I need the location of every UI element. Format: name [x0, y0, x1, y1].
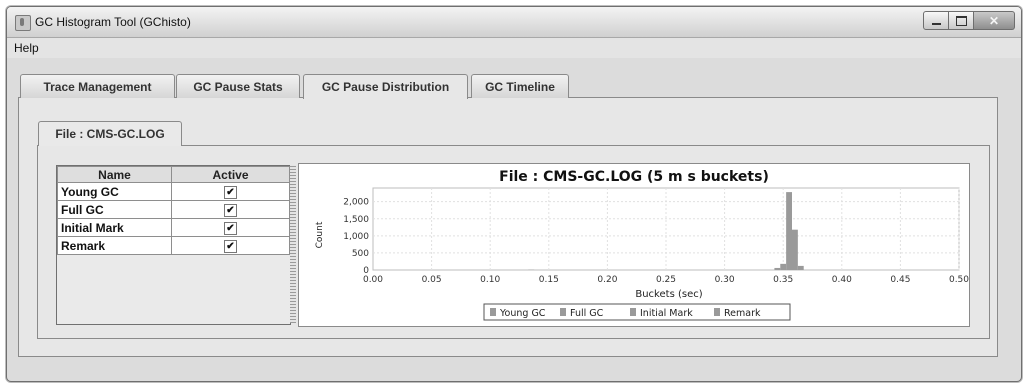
row-name: Young GC	[57, 182, 172, 201]
y-tick-label: 1,500	[343, 215, 369, 225]
y-axis-label: Count	[315, 221, 325, 248]
x-axis-label: Buckets (sec)	[635, 289, 702, 300]
histogram-chart-panel: File : CMS-GC.LOG (5 m s buckets) 0 500 1,…	[298, 163, 970, 327]
table-row[interactable]: Young GC ✔	[57, 182, 290, 201]
y-tick-label: 1,000	[343, 232, 369, 242]
row-name: Remark	[57, 236, 172, 255]
histogram-bar	[786, 192, 792, 270]
maximize-button[interactable]	[949, 11, 974, 30]
x-tick-label: 0.25	[656, 275, 676, 285]
legend-swatch	[714, 308, 720, 316]
x-tick-label: 0.50	[949, 275, 969, 285]
x-tick-label: 0.30	[715, 275, 735, 285]
column-header-active[interactable]: Active	[171, 166, 290, 183]
minimize-icon	[931, 22, 941, 25]
active-cell: ✔	[171, 236, 290, 255]
legend-swatch	[560, 308, 566, 316]
active-checkbox[interactable]: ✔	[224, 240, 237, 253]
tab-gc-pause-distribution[interactable]: GC Pause Distribution	[303, 74, 468, 99]
table-row[interactable]: Full GC ✔	[57, 200, 290, 219]
chart-title: File : CMS-GC.LOG (5 m s buckets)	[499, 169, 769, 185]
legend-item: Initial Mark	[640, 308, 693, 319]
window-controls: ✕	[923, 11, 1015, 30]
histogram-bar	[791, 229, 798, 270]
histogram-chart: File : CMS-GC.LOG (5 m s buckets) 05001,…	[315, 169, 969, 321]
close-icon: ✕	[988, 13, 1000, 28]
x-tick-label: 0.35	[773, 275, 793, 285]
title-bar[interactable]: GC Histogram Tool (GChisto) ✕	[7, 7, 1021, 38]
table-row[interactable]: Initial Mark ✔	[57, 218, 290, 237]
menu-bar: Help	[7, 38, 1021, 58]
active-cell: ✔	[171, 182, 290, 201]
row-name: Full GC	[57, 200, 172, 219]
legend-item: Full GC	[570, 308, 604, 319]
x-tick-label: 0.20	[597, 275, 617, 285]
active-checkbox[interactable]: ✔	[224, 186, 237, 199]
minimize-button[interactable]	[923, 11, 949, 30]
active-cell: ✔	[171, 218, 290, 237]
tab-trace-management[interactable]: Trace Management	[20, 74, 175, 98]
maximize-icon	[955, 15, 967, 26]
java-app-icon	[15, 15, 31, 31]
y-tick-label: 2,000	[343, 198, 369, 208]
tab-gc-timeline[interactable]: GC Timeline	[471, 74, 569, 98]
window-title: GC Histogram Tool (GChisto)	[35, 15, 191, 29]
close-button[interactable]: ✕	[974, 11, 1015, 30]
active-cell: ✔	[171, 200, 290, 219]
tab-gc-pause-stats[interactable]: GC Pause Stats	[176, 74, 300, 98]
legend-item: Remark	[724, 308, 761, 319]
split-pane-divider[interactable]	[290, 165, 296, 323]
menu-help[interactable]: Help	[14, 41, 39, 55]
histogram-bar	[780, 263, 787, 270]
active-checkbox[interactable]: ✔	[224, 204, 237, 217]
gc-events-table: Name Active Young GC ✔ Full GC ✔ Initial…	[56, 165, 291, 325]
legend-swatch	[630, 308, 636, 316]
x-tick-label: 0.15	[539, 275, 559, 285]
x-tick-label: 0.10	[480, 275, 500, 285]
table-row[interactable]: Remark ✔	[57, 236, 290, 255]
histogram-bar	[774, 267, 781, 270]
legend-swatch	[490, 308, 496, 316]
table-header-row: Name Active	[57, 166, 290, 183]
row-name: Initial Mark	[57, 218, 172, 237]
active-checkbox[interactable]: ✔	[224, 222, 237, 235]
histogram-bar	[797, 265, 804, 270]
legend-item: Young GC	[499, 308, 546, 319]
tab-file-cms-gc-log[interactable]: File : CMS-GC.LOG	[38, 121, 182, 146]
column-header-name[interactable]: Name	[57, 166, 172, 183]
y-tick-label: 500	[352, 249, 369, 259]
x-tick-label: 0.40	[832, 275, 852, 285]
x-tick-label: 0.45	[890, 275, 910, 285]
x-tick-label: 0.00	[363, 275, 383, 285]
x-tick-label: 0.05	[422, 275, 442, 285]
